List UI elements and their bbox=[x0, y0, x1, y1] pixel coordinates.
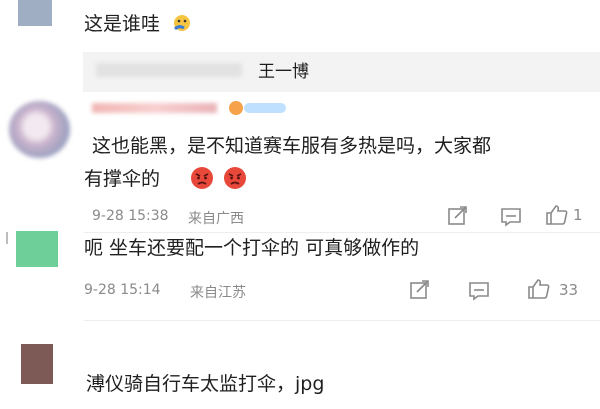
divider bbox=[84, 320, 600, 321]
blurred-quote-username bbox=[96, 63, 242, 77]
share-icon[interactable] bbox=[447, 206, 469, 226]
avatar-edge-mark bbox=[6, 232, 8, 244]
comment-text: 溥仪骑自行车太监打伞，jpg bbox=[86, 373, 325, 395]
like-count: 33 bbox=[559, 281, 579, 299]
divider bbox=[84, 232, 600, 233]
blurred-username bbox=[92, 103, 217, 113]
avatar[interactable] bbox=[18, 0, 52, 26]
comment-icon[interactable] bbox=[500, 207, 522, 227]
comment-location: 来自江苏 bbox=[190, 285, 246, 301]
avatar[interactable] bbox=[9, 101, 70, 158]
comment-location: 来自广西 bbox=[188, 211, 244, 227]
comment-date: 9-28 15:14 bbox=[84, 282, 161, 298]
comment-date: 9-28 15:38 bbox=[92, 208, 169, 224]
comment-text: 呃 坐车还要配一个打伞的 可真够做作的 bbox=[84, 237, 420, 259]
like-count: 1 bbox=[573, 206, 583, 224]
angry-face-emoji-icon bbox=[190, 166, 214, 190]
comment-text-line-1: 这也能黑，是不知道赛车服有多热是吗，大家都 bbox=[92, 135, 492, 157]
quote-mention[interactable]: 王一博 bbox=[258, 59, 309, 85]
like-icon[interactable] bbox=[527, 278, 551, 300]
angry-face-emoji-icon bbox=[223, 166, 247, 190]
comment-icon[interactable] bbox=[468, 281, 490, 301]
share-icon[interactable] bbox=[409, 280, 431, 300]
avatar[interactable] bbox=[16, 231, 58, 267]
badge-icon bbox=[228, 100, 288, 116]
thinking-face-emoji-icon bbox=[172, 13, 192, 33]
like-icon[interactable] bbox=[545, 204, 569, 226]
avatar[interactable] bbox=[21, 344, 53, 384]
comment-text: 这是谁哇 bbox=[84, 13, 161, 35]
comment-text-line-2: 有撑伞的 bbox=[84, 168, 161, 190]
